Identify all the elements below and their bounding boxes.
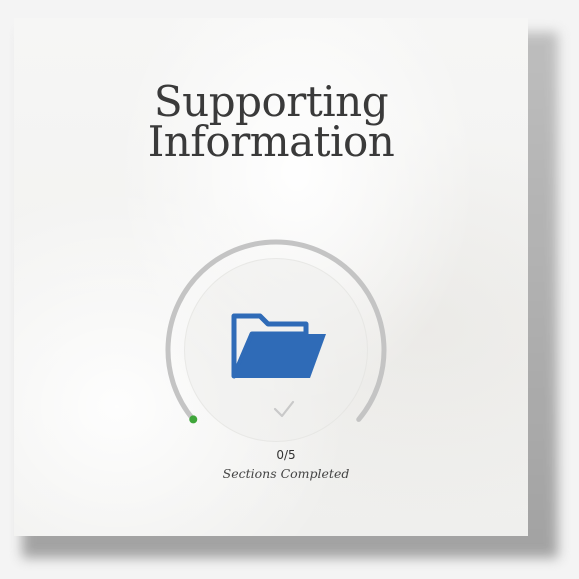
folder-open-icon: [231, 313, 326, 379]
progress-start-dot: [189, 415, 198, 424]
progress-count: 0/5: [276, 448, 296, 462]
tile-title-line-2: Information: [147, 117, 395, 166]
checkmark-icon: [273, 400, 295, 418]
page: Supporting Information 0/5 Sections Comp…: [0, 0, 579, 579]
tile-title: Supporting Information: [14, 77, 528, 166]
progress-dial: [160, 234, 392, 466]
supporting-information-tile[interactable]: Supporting Information 0/5 Sections Comp…: [14, 18, 528, 536]
progress-caption: Sections Completed: [222, 466, 350, 481]
tile-title-line-1: Supporting: [153, 77, 389, 126]
